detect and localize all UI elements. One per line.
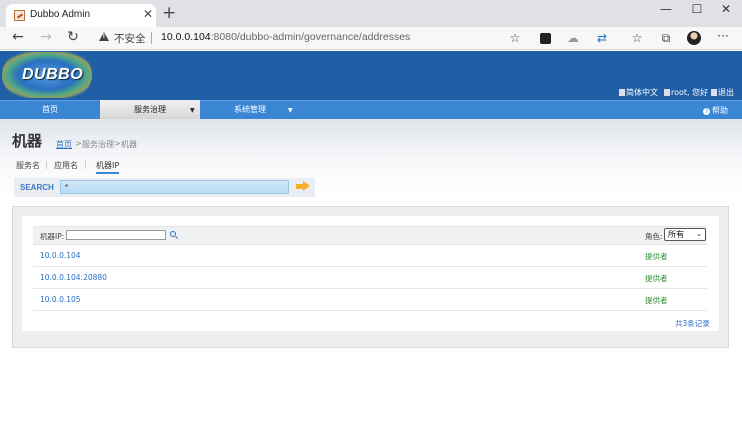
language-label: 简体中文 xyxy=(626,88,658,97)
tab-machine-ip[interactable]: 机器IP xyxy=(96,160,120,174)
address-separator xyxy=(151,32,152,44)
role-value: 提供者 xyxy=(645,274,668,283)
tab-close-icon[interactable]: ✕ xyxy=(143,7,153,21)
logo-text: DUBBO xyxy=(22,66,84,83)
breadcrumb-separator: > xyxy=(114,139,121,148)
favorites-icon[interactable]: ☆ xyxy=(629,31,645,45)
machine-ip-link[interactable]: 10.0.0.104 xyxy=(40,251,81,260)
table-row: 10.0.0.105 提供者 xyxy=(33,289,707,311)
breadcrumb-section: 服务治理 xyxy=(82,140,114,149)
chevron-down-icon[interactable]: ▼ xyxy=(288,107,293,114)
language-link[interactable]: 简体中文 xyxy=(619,87,658,98)
logout-label: 退出 xyxy=(718,88,734,97)
tab-divider xyxy=(85,161,86,169)
search-go-arrow-icon[interactable] xyxy=(296,181,310,192)
help-label: 帮助 xyxy=(712,106,728,115)
machine-ip-link[interactable]: 10.0.0.105 xyxy=(40,295,81,304)
breadcrumb-current: 机器 xyxy=(121,140,137,149)
url-field[interactable]: 10.0.0.104:8080/dubbo-admin/governance/a… xyxy=(161,31,410,43)
search-input[interactable] xyxy=(60,180,289,194)
role-select-value: 所有 xyxy=(668,230,684,239)
ip-filter-label: 机器IP: xyxy=(40,232,65,241)
reload-button[interactable]: ↻ xyxy=(65,29,81,45)
chevron-down-icon[interactable]: ▼ xyxy=(190,107,195,114)
url-path: :8080/dubbo-admin/governance/addresses xyxy=(210,31,411,43)
chevron-down-icon: ⌄ xyxy=(696,230,702,238)
tab-service-name[interactable]: 服务名 xyxy=(16,160,40,171)
menu-system-management[interactable]: 系统管理 xyxy=(200,100,300,119)
browser-tab[interactable]: Dubbo Admin ✕ xyxy=(6,4,156,27)
help-link[interactable]: ? 帮助 xyxy=(703,105,728,116)
menu-home[interactable]: 首页 xyxy=(0,100,100,119)
tab-application-name[interactable]: 应用名 xyxy=(54,160,78,171)
dubbo-favicon-icon xyxy=(14,10,25,21)
page-title: 机器 xyxy=(12,132,43,150)
role-filter-label: 角色: xyxy=(645,232,663,241)
search-icon[interactable] xyxy=(170,231,176,237)
warning-icon[interactable] xyxy=(99,32,109,41)
role-select[interactable]: 所有 ⌄ xyxy=(664,228,706,241)
tab-title: Dubbo Admin xyxy=(30,9,91,20)
minimize-button[interactable]: — xyxy=(656,2,676,16)
more-icon[interactable]: ··· xyxy=(715,29,731,43)
new-tab-button[interactable]: + xyxy=(162,4,176,22)
forward-button[interactable]: → xyxy=(38,29,54,45)
user-link[interactable]: root, 您好 xyxy=(664,87,708,98)
machine-ip-link[interactable]: 10.0.0.104:20880 xyxy=(40,273,107,282)
collections-list-icon[interactable]: ⧉ xyxy=(658,31,674,46)
breadcrumb-home[interactable]: 首页 xyxy=(56,139,72,150)
language-icon xyxy=(619,89,625,96)
table-row: 10.0.0.104 提供者 xyxy=(33,245,707,267)
role-value: 提供者 xyxy=(645,252,668,261)
role-value: 提供者 xyxy=(645,296,668,305)
collections-icon[interactable]: ☁ xyxy=(565,31,581,45)
maximize-button[interactable]: ☐ xyxy=(687,2,707,16)
menu-service-governance[interactable]: 服务治理 xyxy=(100,100,200,119)
breadcrumb-separator: > xyxy=(75,139,82,148)
read-aloud-icon[interactable]: ☆ xyxy=(507,31,523,45)
user-icon xyxy=(664,89,670,96)
table-row: 10.0.0.104:20880 提供者 xyxy=(33,267,707,289)
ip-filter-input[interactable] xyxy=(66,230,166,240)
extension-icon[interactable] xyxy=(540,33,551,44)
record-count: 共3条记录 xyxy=(675,319,710,328)
url-host: 10.0.0.104 xyxy=(161,31,211,43)
security-label[interactable]: 不安全 xyxy=(114,31,146,46)
logout-link[interactable]: 退出 xyxy=(711,87,734,98)
profile-avatar[interactable] xyxy=(687,31,701,45)
logout-icon xyxy=(711,89,717,96)
search-label: SEARCH xyxy=(20,183,54,192)
user-label: root, 您好 xyxy=(671,88,709,97)
close-window-button[interactable]: ✕ xyxy=(716,2,736,16)
back-button[interactable]: ← xyxy=(10,29,26,45)
translate-icon[interactable]: ⇄ xyxy=(594,31,610,45)
tab-divider xyxy=(46,161,47,169)
help-icon: ? xyxy=(703,108,710,115)
